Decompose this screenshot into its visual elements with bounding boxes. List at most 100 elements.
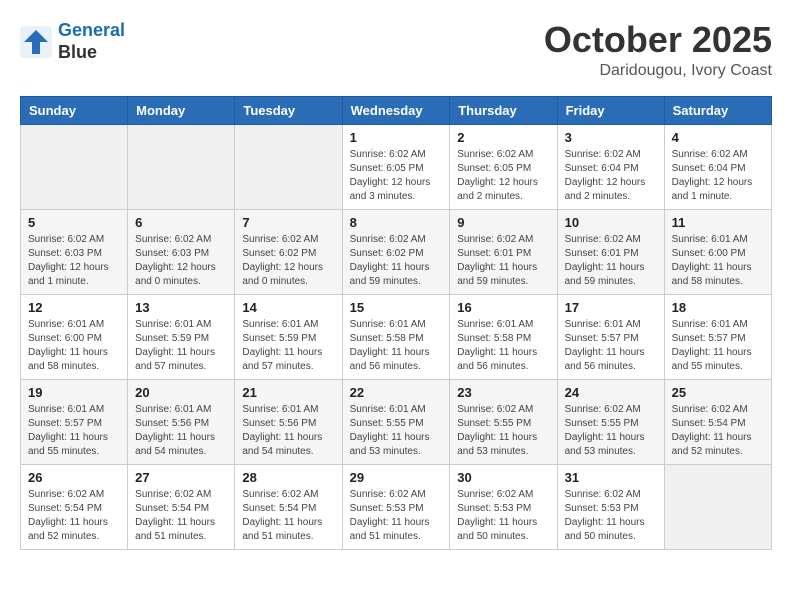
day-number: 11 bbox=[672, 215, 764, 230]
calendar-cell: 6 Sunrise: 6:02 AMSunset: 6:03 PMDaylight… bbox=[128, 209, 235, 294]
calendar-cell: 18 Sunrise: 6:01 AMSunset: 5:57 PMDayligh… bbox=[664, 294, 771, 379]
calendar-table: SundayMondayTuesdayWednesdayThursdayFrid… bbox=[20, 96, 772, 550]
day-info: Sunrise: 6:01 AMSunset: 5:58 PMDaylight:… bbox=[457, 318, 549, 374]
day-info: Sunrise: 6:02 AMSunset: 6:02 PMDaylight:… bbox=[350, 233, 443, 289]
day-number: 24 bbox=[565, 385, 657, 400]
day-number: 6 bbox=[135, 215, 227, 230]
day-number: 22 bbox=[350, 385, 443, 400]
weekday-header: Thursday bbox=[450, 96, 557, 124]
day-info: Sunrise: 6:01 AMSunset: 5:58 PMDaylight:… bbox=[350, 318, 443, 374]
day-number: 5 bbox=[28, 215, 120, 230]
day-info: Sunrise: 6:02 AMSunset: 6:02 PMDaylight:… bbox=[242, 233, 334, 289]
calendar-cell: 7Sunrise: 6:02 AMSunset: 6:02 PMDaylight… bbox=[235, 209, 342, 294]
location: Daridougou, Ivory Coast bbox=[544, 62, 772, 80]
weekday-header: Friday bbox=[557, 96, 664, 124]
day-number: 8 bbox=[350, 215, 443, 230]
logo-line2: Blue bbox=[58, 42, 125, 64]
day-info: Sunrise: 6:01 AMSunset: 5:55 PMDaylight:… bbox=[350, 403, 443, 459]
day-info: Sunrise: 6:02 AMSunset: 6:01 PMDaylight:… bbox=[457, 233, 549, 289]
day-info: Sunrise: 6:01 AMSunset: 6:00 PMDaylight:… bbox=[672, 233, 764, 289]
calendar-cell: 28 Sunrise: 6:02 AMSunset: 5:54 PMDayligh… bbox=[235, 464, 342, 549]
month-title: October 2025 bbox=[544, 20, 772, 60]
day-info: Sunrise: 6:02 AMSunset: 5:54 PMDaylight:… bbox=[672, 403, 764, 459]
calendar-cell: 4Sunrise: 6:02 AMSunset: 6:04 PMDaylight… bbox=[664, 124, 771, 209]
day-number: 21 bbox=[242, 385, 334, 400]
day-info: Sunrise: 6:02 AMSunset: 5:55 PMDaylight:… bbox=[457, 403, 549, 459]
weekday-header: Tuesday bbox=[235, 96, 342, 124]
calendar-cell: 3 Sunrise: 6:02 AMSunset: 6:04 PMDaylight… bbox=[557, 124, 664, 209]
day-number: 15 bbox=[350, 300, 443, 315]
calendar-week-row: 1 Sunrise: 6:02 AMSunset: 6:05 PMDaylight… bbox=[21, 124, 772, 209]
calendar-cell: 13 Sunrise: 6:01 AMSunset: 5:59 PMDayligh… bbox=[128, 294, 235, 379]
day-number: 17 bbox=[565, 300, 657, 315]
day-info: Sunrise: 6:02 AMSunset: 6:05 PMDaylight:… bbox=[457, 148, 549, 204]
calendar-cell: 5 Sunrise: 6:02 AMSunset: 6:03 PMDaylight… bbox=[21, 209, 128, 294]
day-info: Sunrise: 6:01 AMSunset: 6:00 PMDaylight:… bbox=[28, 318, 120, 374]
day-info: Sunrise: 6:01 AMSunset: 5:57 PMDaylight:… bbox=[565, 318, 657, 374]
weekday-header: Monday bbox=[128, 96, 235, 124]
day-info: Sunrise: 6:02 AMSunset: 5:54 PMDaylight:… bbox=[135, 488, 227, 544]
day-number: 10 bbox=[565, 215, 657, 230]
calendar-cell: 16 Sunrise: 6:01 AMSunset: 5:58 PMDayligh… bbox=[450, 294, 557, 379]
calendar-cell: 1 Sunrise: 6:02 AMSunset: 6:05 PMDaylight… bbox=[342, 124, 450, 209]
calendar-cell: 24Sunrise: 6:02 AMSunset: 5:55 PMDayligh… bbox=[557, 379, 664, 464]
day-number: 16 bbox=[457, 300, 549, 315]
day-info: Sunrise: 6:01 AMSunset: 5:57 PMDaylight:… bbox=[28, 403, 120, 459]
day-number: 4 bbox=[672, 130, 764, 145]
calendar-cell bbox=[664, 464, 771, 549]
day-info: Sunrise: 6:02 AMSunset: 5:54 PMDaylight:… bbox=[28, 488, 120, 544]
calendar-cell: 25 Sunrise: 6:02 AMSunset: 5:54 PMDayligh… bbox=[664, 379, 771, 464]
day-number: 28 bbox=[242, 470, 334, 485]
day-number: 12 bbox=[28, 300, 120, 315]
day-info: Sunrise: 6:01 AMSunset: 5:56 PMDaylight:… bbox=[242, 403, 334, 459]
day-info: Sunrise: 6:02 AMSunset: 6:03 PMDaylight:… bbox=[28, 233, 120, 289]
day-number: 9 bbox=[457, 215, 549, 230]
day-info: Sunrise: 6:02 AMSunset: 6:03 PMDaylight:… bbox=[135, 233, 227, 289]
logo-icon bbox=[20, 26, 52, 58]
calendar-cell: 27 Sunrise: 6:02 AMSunset: 5:54 PMDayligh… bbox=[128, 464, 235, 549]
day-number: 20 bbox=[135, 385, 227, 400]
calendar-week-row: 26 Sunrise: 6:02 AMSunset: 5:54 PMDayligh… bbox=[21, 464, 772, 549]
calendar-week-row: 19 Sunrise: 6:01 AMSunset: 5:57 PMDayligh… bbox=[21, 379, 772, 464]
day-number: 29 bbox=[350, 470, 443, 485]
day-number: 25 bbox=[672, 385, 764, 400]
day-info: Sunrise: 6:02 AMSunset: 6:01 PMDaylight:… bbox=[565, 233, 657, 289]
logo-text: General Blue bbox=[58, 20, 125, 63]
day-info: Sunrise: 6:01 AMSunset: 5:56 PMDaylight:… bbox=[135, 403, 227, 459]
calendar-cell: 26 Sunrise: 6:02 AMSunset: 5:54 PMDayligh… bbox=[21, 464, 128, 549]
calendar-cell: 17 Sunrise: 6:01 AMSunset: 5:57 PMDayligh… bbox=[557, 294, 664, 379]
weekday-header: Saturday bbox=[664, 96, 771, 124]
calendar-week-row: 12 Sunrise: 6:01 AMSunset: 6:00 PMDayligh… bbox=[21, 294, 772, 379]
calendar-cell: 23 Sunrise: 6:02 AMSunset: 5:55 PMDayligh… bbox=[450, 379, 557, 464]
calendar-cell: 30Sunrise: 6:02 AMSunset: 5:53 PMDayligh… bbox=[450, 464, 557, 549]
day-info: Sunrise: 6:02 AMSunset: 6:05 PMDaylight:… bbox=[350, 148, 443, 204]
calendar-week-row: 5 Sunrise: 6:02 AMSunset: 6:03 PMDaylight… bbox=[21, 209, 772, 294]
day-number: 3 bbox=[565, 130, 657, 145]
title-block: October 2025 Daridougou, Ivory Coast bbox=[544, 20, 772, 80]
calendar-cell: 15 Sunrise: 6:01 AMSunset: 5:58 PMDayligh… bbox=[342, 294, 450, 379]
day-info: Sunrise: 6:01 AMSunset: 5:57 PMDaylight:… bbox=[672, 318, 764, 374]
calendar-cell bbox=[235, 124, 342, 209]
calendar-cell: 31Sunrise: 6:02 AMSunset: 5:53 PMDayligh… bbox=[557, 464, 664, 549]
day-number: 13 bbox=[135, 300, 227, 315]
weekday-header: Wednesday bbox=[342, 96, 450, 124]
day-info: Sunrise: 6:02 AMSunset: 6:04 PMDaylight:… bbox=[565, 148, 657, 204]
calendar-cell: 2 Sunrise: 6:02 AMSunset: 6:05 PMDaylight… bbox=[450, 124, 557, 209]
day-number: 27 bbox=[135, 470, 227, 485]
day-number: 2 bbox=[457, 130, 549, 145]
logo: General Blue bbox=[20, 20, 125, 63]
day-info: Sunrise: 6:02 AMSunset: 5:53 PMDaylight:… bbox=[565, 488, 657, 544]
calendar-cell: 10 Sunrise: 6:02 AMSunset: 6:01 PMDayligh… bbox=[557, 209, 664, 294]
day-number: 1 bbox=[350, 130, 443, 145]
day-info: Sunrise: 6:02 AMSunset: 5:53 PMDaylight:… bbox=[350, 488, 443, 544]
calendar-cell bbox=[128, 124, 235, 209]
day-number: 23 bbox=[457, 385, 549, 400]
day-number: 19 bbox=[28, 385, 120, 400]
day-number: 14 bbox=[242, 300, 334, 315]
day-number: 26 bbox=[28, 470, 120, 485]
day-info: Sunrise: 6:02 AMSunset: 5:54 PMDaylight:… bbox=[242, 488, 334, 544]
day-info: Sunrise: 6:01 AMSunset: 5:59 PMDaylight:… bbox=[135, 318, 227, 374]
calendar-cell bbox=[21, 124, 128, 209]
day-number: 18 bbox=[672, 300, 764, 315]
calendar-cell: 21 Sunrise: 6:01 AMSunset: 5:56 PMDayligh… bbox=[235, 379, 342, 464]
